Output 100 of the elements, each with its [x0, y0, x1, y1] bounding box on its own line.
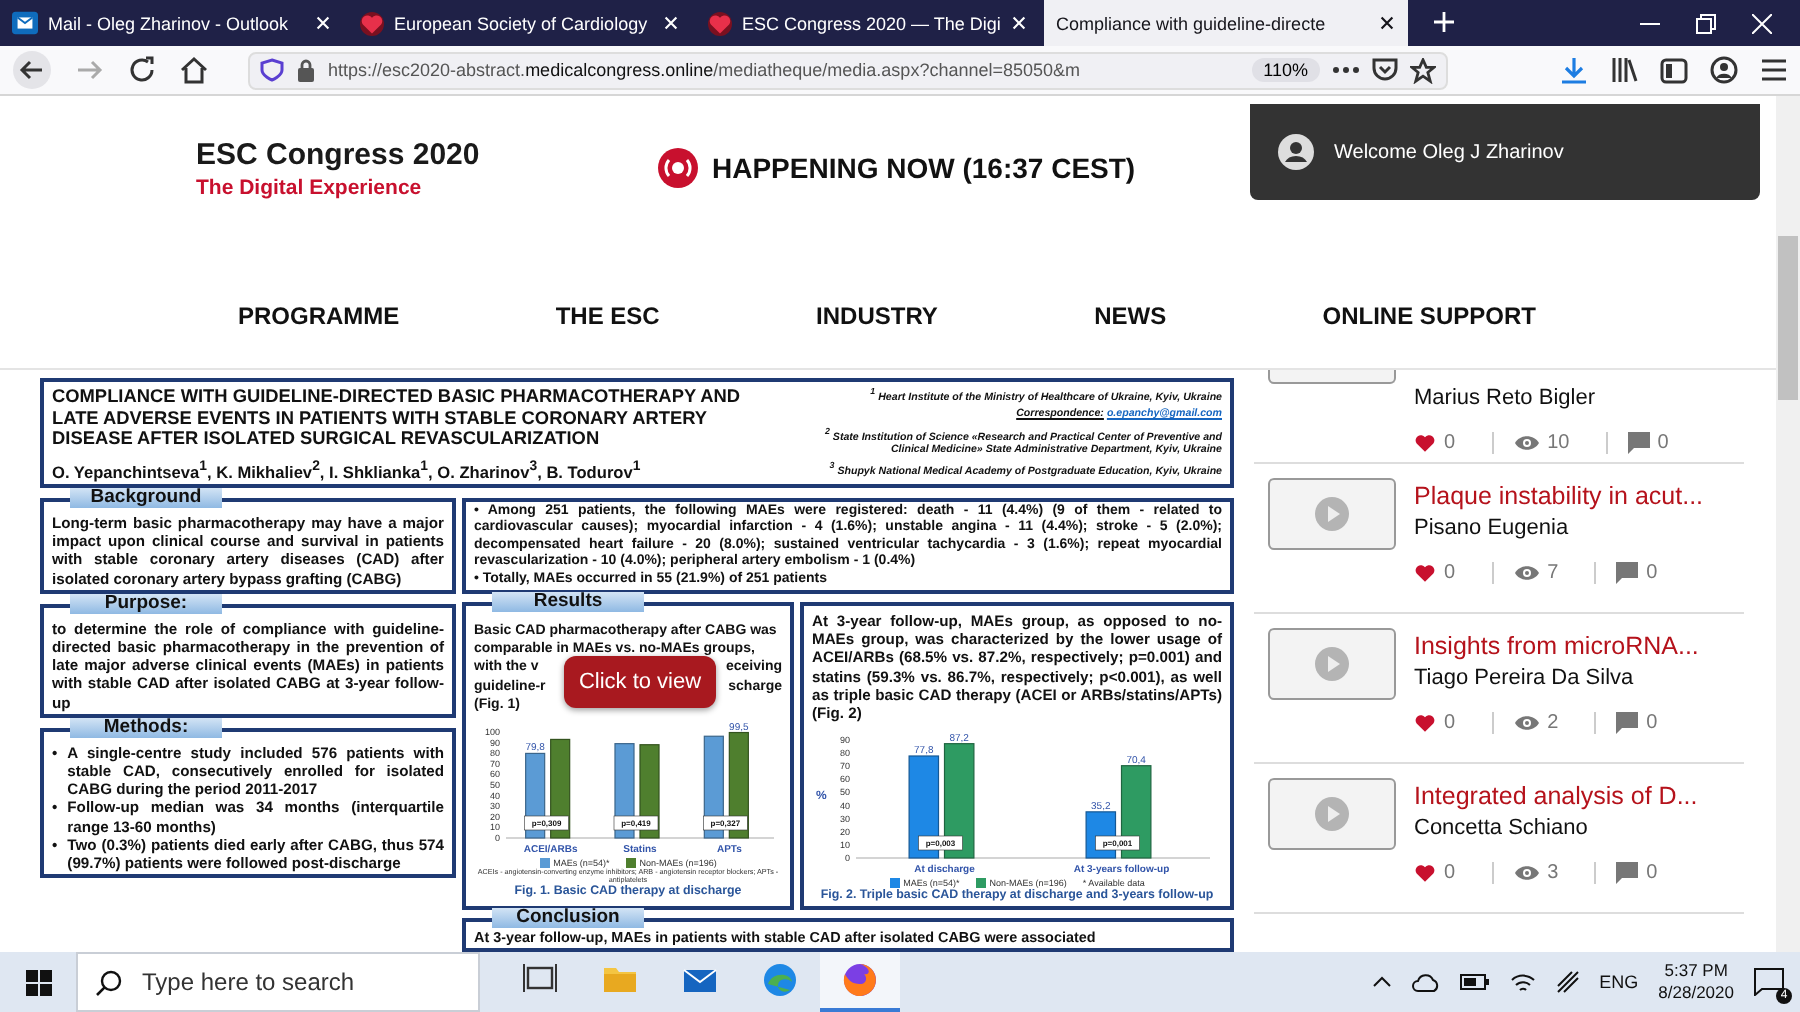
view-count: 10 [1547, 432, 1570, 454]
comment-count: 0 [1646, 562, 1658, 584]
author-name: Tiago Pereira Da Silva [1414, 666, 1636, 690]
comment-count: 0 [1657, 432, 1669, 454]
windows-icon[interactable] [25, 969, 51, 995]
view-count: 7 [1547, 562, 1559, 584]
pocket-icon[interactable] [1372, 58, 1398, 82]
video-item[interactable]: Plaque instability in acut... Pisano Eugenia 0 7 0 [1254, 464, 1744, 614]
click-to-view-button[interactable]: Click to view [564, 656, 716, 708]
wave-icon [762, 962, 798, 998]
home-icon[interactable] [180, 56, 208, 84]
video-title[interactable]: Plaque instability in acut... [1414, 482, 1744, 510]
legend-swatch [625, 858, 636, 869]
play-icon [1314, 796, 1350, 832]
download-icon[interactable] [1560, 56, 1588, 84]
section-heading: Methods: [70, 717, 222, 738]
section-heading: Purpose: [70, 593, 222, 614]
menu-icon[interactable] [1760, 58, 1788, 82]
comment-count: 0 [1646, 712, 1658, 734]
fox-globe-icon [842, 962, 878, 998]
chevron-up-icon[interactable] [1371, 976, 1392, 988]
video-title[interactable]: Integrated analysis of D... [1414, 782, 1744, 810]
live-label[interactable]: HAPPENING NOW (16:37 CEST) [712, 152, 1136, 184]
eye-icon [1513, 714, 1540, 732]
account-menu[interactable]: Welcome Oleg J Zharinov [1250, 104, 1760, 200]
scrollbar[interactable] [1776, 96, 1800, 952]
task-view-icon [522, 962, 558, 998]
clock-time[interactable]: 5:37 PM [1658, 960, 1734, 982]
comment-icon [1616, 862, 1639, 884]
folder-icon [602, 962, 638, 998]
play-icon [1314, 646, 1350, 682]
logo-subtitle: The Digital Experience [196, 176, 424, 200]
play-icon [1314, 496, 1350, 532]
author-list: O. Yepanchintseva$^{1}$, K. Mikhaliev$^{2}$, I. Shklianka$^{1}$, O. Zharinov$^{3}$, B. Todurov$^{1}$ [52, 459, 784, 481]
author-name: Pisano Eugenia [1414, 516, 1571, 540]
comment-icon [1616, 562, 1639, 584]
like-count: 0 [1444, 712, 1456, 734]
notification-icon[interactable] [1754, 968, 1784, 996]
sidebar-icon[interactable] [1660, 57, 1688, 83]
comment-icon [1627, 432, 1650, 454]
view-count: 3 [1547, 862, 1559, 884]
account-icon[interactable] [1710, 56, 1738, 84]
section-heading: Background [70, 488, 222, 508]
eye-icon [1513, 864, 1540, 882]
heart-icon[interactable] [1414, 562, 1436, 584]
close-icon[interactable] [1378, 14, 1396, 32]
browser-tab[interactable]: European Society of Cardiology [348, 0, 692, 46]
zoom-button[interactable]: 110% [1251, 58, 1320, 82]
clock-date[interactable]: 8/28/2020 [1658, 982, 1734, 1004]
eye-icon [1513, 564, 1540, 582]
reload-icon[interactable] [128, 56, 156, 84]
battery-icon[interactable] [1459, 974, 1490, 990]
nav-link[interactable]: INDUSTRY [816, 302, 938, 330]
search-icon [96, 970, 122, 996]
nav-link[interactable]: ONLINE SUPPORT [1322, 302, 1536, 330]
language-indicator[interactable]: ENG [1599, 972, 1639, 992]
eye-icon [1513, 434, 1540, 452]
browser-tab[interactable]: Compliance with guideline-directe [1044, 0, 1408, 46]
logo-title[interactable]: ESC Congress 2020 [196, 138, 656, 172]
cloud-icon[interactable] [1411, 973, 1440, 991]
taskbar-app[interactable] [820, 952, 900, 1012]
nav-link[interactable]: NEWS [1094, 302, 1167, 330]
heart-icon [360, 11, 384, 35]
like-count: 0 [1444, 432, 1456, 454]
video-item[interactable]: Marius Reto Bigler 0 10 0 [1254, 370, 1744, 464]
author-name: Concetta Schiano [1414, 816, 1590, 840]
heart-icon [708, 11, 732, 35]
video-item[interactable]: Integrated analysis of D... Concetta Schiano 0 3 0 [1254, 764, 1744, 914]
wifi-icon[interactable] [1509, 971, 1536, 993]
more-icon[interactable] [1332, 66, 1360, 74]
poster-thumbnail [1268, 370, 1396, 384]
view-count: 2 [1547, 712, 1559, 734]
back-icon[interactable] [12, 50, 52, 90]
url-text[interactable]: https://esc2020-abstract.medicalcongress.online/mediatheque/media.aspx?channel=85050&m [328, 60, 1240, 80]
video-item[interactable]: Insights from microRNA... Tiago Pereira Da Silva 0 2 0 [1254, 614, 1744, 764]
section-heading: Conclusion [492, 908, 644, 929]
star-icon[interactable] [1410, 57, 1436, 83]
heart-icon[interactable] [1414, 432, 1436, 454]
section-heading: Results [492, 592, 644, 613]
heart-icon[interactable] [1414, 862, 1436, 884]
legend-swatch [539, 858, 550, 869]
comment-icon [1616, 712, 1639, 734]
search-field[interactable]: Type here to search [76, 952, 480, 1012]
legend-swatch [975, 878, 986, 889]
nav-link[interactable]: THE ESC [555, 302, 660, 330]
scrollbar-thumb[interactable] [1778, 236, 1798, 400]
plus-icon[interactable] [1432, 10, 1456, 34]
library-icon[interactable] [1610, 56, 1638, 84]
shield-icon[interactable] [260, 58, 284, 82]
address-bar[interactable]: https://esc2020-abstract.medicalcongress.online/mediatheque/media.aspx?channel=85050&m 110% [248, 51, 1448, 89]
video-title[interactable]: Insights from microRNA... [1414, 632, 1744, 660]
restore-icon[interactable] [1696, 13, 1716, 33]
broadcast-icon [656, 146, 700, 190]
nav-link[interactable]: PROGRAMME [238, 302, 400, 330]
heart-icon[interactable] [1414, 712, 1436, 734]
user-icon [1278, 134, 1314, 170]
like-count: 0 [1444, 562, 1456, 584]
network-icon[interactable] [1555, 970, 1580, 994]
browser-tab[interactable]: Mail - Oleg Zharinov - Outlook [0, 0, 344, 46]
browser-tab[interactable]: ESC Congress 2020 — The Digi [696, 0, 1040, 46]
